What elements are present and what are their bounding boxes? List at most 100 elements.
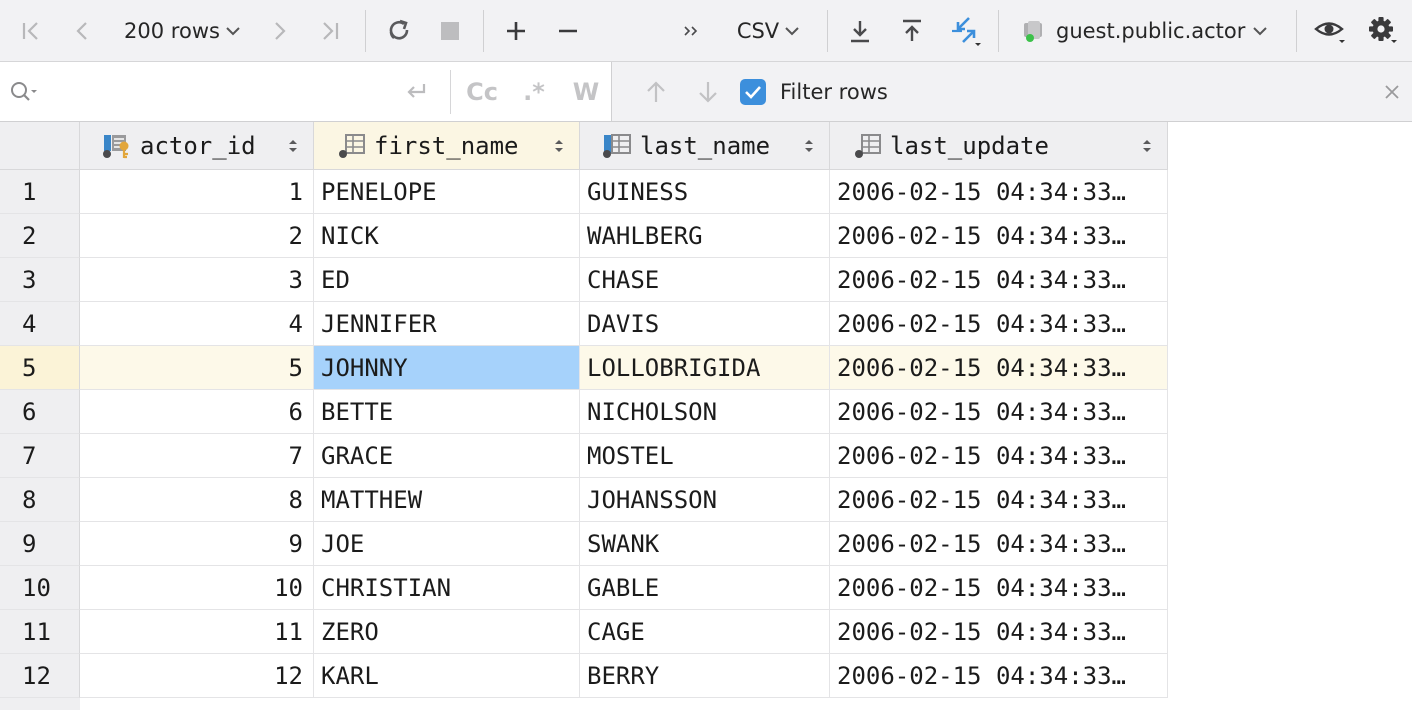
last-name-cell[interactable]: NICHOLSON [580, 390, 830, 434]
last-name-cell[interactable]: GABLE [580, 566, 830, 610]
last-name-cell[interactable]: WAHLBERG [580, 214, 830, 258]
sort-icon[interactable] [553, 138, 565, 154]
regex-toggle[interactable]: .* [516, 62, 552, 121]
table-row[interactable]: 22NICKWAHLBERG2006-02-15 04:34:33… [0, 214, 1168, 258]
table-row[interactable]: 11PENELOPEGUINESS2006-02-15 04:34:33… [0, 170, 1168, 214]
eye-icon[interactable] [1310, 0, 1350, 62]
first-name-cell[interactable]: JENNIFER [314, 302, 580, 346]
last-name-cell[interactable]: MOSTEL [580, 434, 830, 478]
row-number-header[interactable] [0, 122, 80, 170]
table-row[interactable]: 55JOHNNYLOLLOBRIGIDA2006-02-15 04:34:33… [0, 346, 1168, 390]
row-number-cell[interactable]: 1 [0, 170, 80, 214]
row-number-cell[interactable]: 8 [0, 478, 80, 522]
stop-icon[interactable] [432, 0, 468, 62]
row-number-cell[interactable]: 3 [0, 258, 80, 302]
row-number-cell[interactable]: 9 [0, 522, 80, 566]
first-name-cell[interactable]: KARL [314, 654, 580, 698]
last-update-cell[interactable]: 2006-02-15 04:34:33… [830, 302, 1168, 346]
next-occurrence-icon[interactable] [692, 62, 724, 121]
export-format-dropdown[interactable]: CSV [728, 0, 808, 62]
last-update-cell[interactable]: 2006-02-15 04:34:33… [830, 654, 1168, 698]
table-row[interactable]: 99JOESWANK2006-02-15 04:34:33… [0, 522, 1168, 566]
table-row[interactable]: 1212KARLBERRY2006-02-15 04:34:33… [0, 654, 1168, 698]
actor-id-cell[interactable]: 5 [80, 346, 314, 390]
last-update-cell[interactable]: 2006-02-15 04:34:33… [830, 258, 1168, 302]
last-update-cell[interactable]: 2006-02-15 04:34:33… [830, 522, 1168, 566]
first-name-cell[interactable]: JOHNNY [314, 346, 580, 390]
sort-icon[interactable] [287, 138, 299, 154]
last-name-cell[interactable]: BERRY [580, 654, 830, 698]
first-page-icon[interactable] [14, 0, 48, 62]
table-row[interactable]: 88MATTHEWJOHANSSON2006-02-15 04:34:33… [0, 478, 1168, 522]
first-name-cell[interactable]: CHRISTIAN [314, 566, 580, 610]
column-header-first-name[interactable]: first_name [314, 122, 580, 170]
datasource-selector[interactable]: guest.public.actor [1018, 0, 1282, 62]
row-number-cell[interactable]: 7 [0, 434, 80, 478]
compare-icon[interactable] [946, 0, 986, 62]
more-actions-icon[interactable] [676, 0, 706, 62]
first-name-cell[interactable]: MATTHEW [314, 478, 580, 522]
row-number-cell[interactable]: 12 [0, 654, 80, 698]
last-update-cell[interactable]: 2006-02-15 04:34:33… [830, 214, 1168, 258]
first-name-cell[interactable]: ZERO [314, 610, 580, 654]
last-name-cell[interactable]: LOLLOBRIGIDA [580, 346, 830, 390]
search-field[interactable]: Cc .* W [0, 62, 612, 121]
column-header-actor-id[interactable]: actor_id [80, 122, 314, 170]
last-update-cell[interactable]: 2006-02-15 04:34:33… [830, 610, 1168, 654]
search-icon[interactable] [6, 62, 42, 121]
first-name-cell[interactable]: ED [314, 258, 580, 302]
actor-id-cell[interactable]: 4 [80, 302, 314, 346]
last-update-cell[interactable]: 2006-02-15 04:34:33… [830, 434, 1168, 478]
actor-id-cell[interactable]: 8 [80, 478, 314, 522]
match-case-toggle[interactable]: Cc [462, 62, 502, 121]
column-header-last-update[interactable]: last_update [830, 122, 1168, 170]
actor-id-cell[interactable]: 9 [80, 522, 314, 566]
first-name-cell[interactable]: NICK [314, 214, 580, 258]
filter-rows-label-wrap[interactable]: Filter rows [780, 62, 888, 121]
delete-row-icon[interactable] [550, 0, 586, 62]
actor-id-cell[interactable]: 10 [80, 566, 314, 610]
previous-occurrence-icon[interactable] [640, 62, 672, 121]
new-line-icon[interactable] [398, 62, 434, 121]
first-name-cell[interactable]: GRACE [314, 434, 580, 478]
actor-id-cell[interactable]: 1 [80, 170, 314, 214]
table-row[interactable]: 66BETTENICHOLSON2006-02-15 04:34:33… [0, 390, 1168, 434]
upload-icon[interactable] [894, 0, 930, 62]
page-size-dropdown[interactable]: 200 rows [116, 0, 248, 62]
last-name-cell[interactable]: CAGE [580, 610, 830, 654]
table-row[interactable]: 77GRACEMOSTEL2006-02-15 04:34:33… [0, 434, 1168, 478]
last-name-cell[interactable]: GUINESS [580, 170, 830, 214]
sort-icon[interactable] [1141, 138, 1153, 154]
last-update-cell[interactable]: 2006-02-15 04:34:33… [830, 346, 1168, 390]
next-page-icon[interactable] [262, 0, 296, 62]
row-number-cell[interactable]: 11 [0, 610, 80, 654]
last-name-cell[interactable]: JOHANSSON [580, 478, 830, 522]
last-update-cell[interactable]: 2006-02-15 04:34:33… [830, 170, 1168, 214]
actor-id-cell[interactable]: 7 [80, 434, 314, 478]
table-row[interactable]: 33EDCHASE2006-02-15 04:34:33… [0, 258, 1168, 302]
previous-page-icon[interactable] [66, 0, 100, 62]
actor-id-cell[interactable]: 6 [80, 390, 314, 434]
row-number-cell[interactable]: 4 [0, 302, 80, 346]
gear-icon[interactable] [1362, 0, 1402, 62]
last-update-cell[interactable]: 2006-02-15 04:34:33… [830, 566, 1168, 610]
actor-id-cell[interactable]: 3 [80, 258, 314, 302]
table-row[interactable]: 1111ZEROCAGE2006-02-15 04:34:33… [0, 610, 1168, 654]
column-header-last-name[interactable]: last_name [580, 122, 830, 170]
last-name-cell[interactable]: CHASE [580, 258, 830, 302]
words-toggle[interactable]: W [568, 62, 604, 121]
download-icon[interactable] [842, 0, 878, 62]
first-name-cell[interactable]: JOE [314, 522, 580, 566]
row-number-cell[interactable]: 10 [0, 566, 80, 610]
row-number-cell[interactable]: 5 [0, 346, 80, 390]
row-number-cell[interactable]: 2 [0, 214, 80, 258]
last-name-cell[interactable]: DAVIS [580, 302, 830, 346]
add-row-icon[interactable] [498, 0, 534, 62]
first-name-cell[interactable]: BETTE [314, 390, 580, 434]
last-update-cell[interactable]: 2006-02-15 04:34:33… [830, 478, 1168, 522]
table-row[interactable]: 1010CHRISTIANGABLE2006-02-15 04:34:33… [0, 566, 1168, 610]
actor-id-cell[interactable]: 2 [80, 214, 314, 258]
sort-icon[interactable] [803, 138, 815, 154]
reload-icon[interactable] [380, 0, 418, 62]
filter-rows-checkbox[interactable] [740, 62, 766, 121]
